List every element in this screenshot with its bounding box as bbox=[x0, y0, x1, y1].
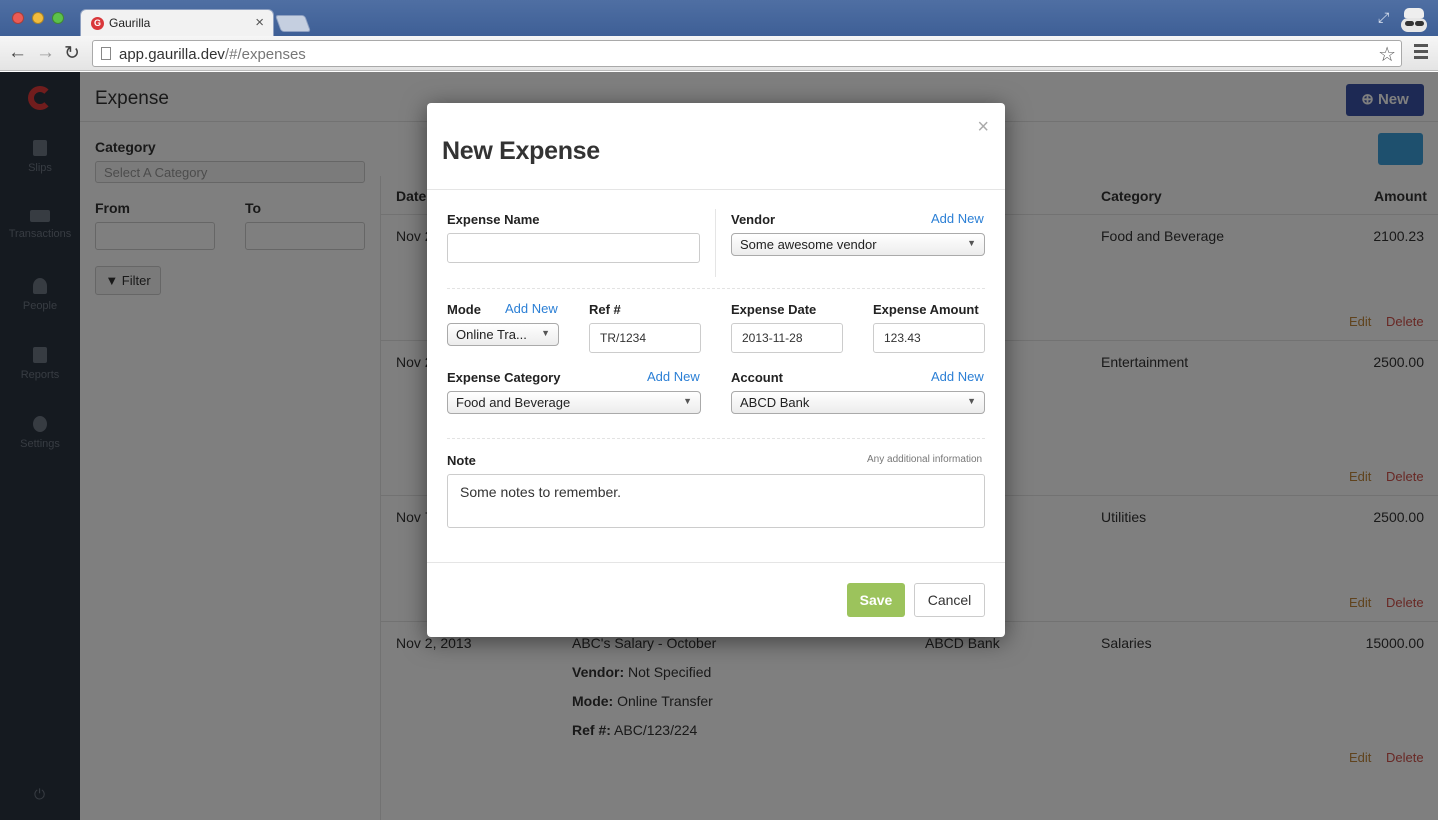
maximize-window-button[interactable] bbox=[52, 12, 64, 24]
browser-tab[interactable]: G Gaurilla × bbox=[80, 9, 274, 36]
note-hint: Any additional information bbox=[867, 454, 983, 465]
url-text: app.gaurilla.dev/#/expenses bbox=[119, 46, 306, 63]
chevron-down-icon: ▼ bbox=[967, 396, 976, 406]
expense-category-add-new-link[interactable]: Add New bbox=[647, 369, 700, 384]
divider bbox=[427, 562, 1005, 563]
ref-label: Ref # bbox=[589, 302, 621, 317]
tab-close-icon[interactable]: × bbox=[255, 14, 264, 31]
divider bbox=[447, 288, 985, 289]
save-button[interactable]: Save bbox=[847, 583, 905, 617]
mode-select[interactable]: Online Tra... ▼ bbox=[447, 323, 559, 346]
reload-icon[interactable]: ↻ bbox=[64, 42, 80, 65]
page-icon bbox=[101, 47, 111, 60]
account-label: Account bbox=[731, 370, 783, 385]
expense-name-label: Expense Name bbox=[447, 212, 540, 227]
tab-title: Gaurilla bbox=[109, 16, 151, 30]
modal-title: New Expense bbox=[442, 137, 600, 165]
expense-date-label: Expense Date bbox=[731, 302, 817, 317]
expense-amount-input[interactable]: 123.43 bbox=[873, 323, 985, 353]
chevron-down-icon: ▼ bbox=[683, 396, 692, 406]
mode-label: Mode bbox=[447, 302, 481, 317]
expense-category-select[interactable]: Food and Beverage ▼ bbox=[447, 391, 701, 414]
vendor-select[interactable]: Some awesome vendor ▼ bbox=[731, 233, 985, 256]
account-select[interactable]: ABCD Bank ▼ bbox=[731, 391, 985, 414]
new-tab-button[interactable] bbox=[274, 15, 312, 32]
address-bar[interactable]: app.gaurilla.dev/#/expenses ☆ bbox=[92, 40, 1402, 67]
vendor-label: Vendor bbox=[731, 212, 776, 227]
minimize-window-button[interactable] bbox=[32, 12, 44, 24]
account-select-value: ABCD Bank bbox=[740, 395, 810, 410]
mode-add-new-link[interactable]: Add New bbox=[505, 301, 558, 316]
back-icon[interactable]: ← bbox=[8, 42, 27, 64]
fullscreen-icon[interactable]: ⤢ bbox=[1378, 9, 1389, 26]
vendor-select-value: Some awesome vendor bbox=[740, 237, 877, 252]
cancel-button[interactable]: Cancel bbox=[914, 583, 985, 617]
browser-menu-icon[interactable] bbox=[1414, 44, 1428, 62]
expense-date-input[interactable]: 2013-11-28 bbox=[731, 323, 843, 353]
gaurilla-favicon-icon: G bbox=[91, 17, 104, 30]
divider bbox=[715, 209, 716, 277]
note-label: Note bbox=[447, 453, 476, 468]
account-add-new-link[interactable]: Add New bbox=[931, 369, 984, 384]
divider bbox=[447, 438, 985, 439]
expense-category-label: Expense Category bbox=[447, 370, 561, 385]
mode-select-value: Online Tra... bbox=[456, 327, 527, 342]
incognito-icon bbox=[1398, 5, 1430, 33]
close-icon[interactable]: × bbox=[977, 117, 989, 137]
close-window-button[interactable] bbox=[12, 12, 24, 24]
vendor-add-new-link[interactable]: Add New bbox=[931, 211, 984, 226]
note-textarea[interactable]: Some notes to remember. bbox=[447, 474, 985, 528]
new-expense-modal: × New Expense Expense Name Vendor Add Ne… bbox=[427, 103, 1005, 637]
bookmark-star-icon[interactable]: ☆ bbox=[1378, 42, 1396, 67]
expense-name-input[interactable] bbox=[447, 233, 700, 263]
browser-titlebar: G Gaurilla × ⤢ bbox=[0, 0, 1438, 36]
expense-amount-label: Expense Amount bbox=[873, 302, 979, 317]
divider bbox=[427, 189, 1005, 190]
chevron-down-icon: ▼ bbox=[541, 328, 550, 338]
forward-icon[interactable]: → bbox=[36, 42, 55, 64]
ref-input[interactable]: TR/1234 bbox=[589, 323, 701, 353]
browser-toolbar: ← → ↻ app.gaurilla.dev/#/expenses ☆ bbox=[0, 36, 1438, 71]
chevron-down-icon: ▼ bbox=[967, 238, 976, 248]
expense-category-select-value: Food and Beverage bbox=[456, 395, 571, 410]
